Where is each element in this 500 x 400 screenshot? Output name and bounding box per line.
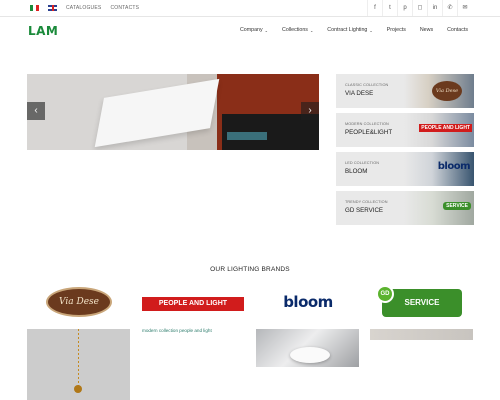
bloom-badge: bloom <box>437 161 471 172</box>
uk-flag-icon[interactable] <box>48 5 57 11</box>
menu-collections-label: Collections <box>282 27 308 33</box>
menu-contacts[interactable]: Contacts <box>447 27 468 33</box>
people-light-logo[interactable]: PEOPLE AND LIGHT <box>142 297 244 311</box>
menu-collections[interactable]: Collections ⌄ <box>282 27 313 33</box>
gd-service-logo[interactable]: GD SERVICE <box>376 285 462 317</box>
menu-contract-lighting[interactable]: Contract Lighting ⌄ <box>327 27 372 33</box>
menu-news[interactable]: News <box>420 27 433 33</box>
menu-projects[interactable]: Projects <box>387 27 406 33</box>
instagram-icon[interactable]: ◻ <box>412 0 427 16</box>
collection-type: CLASSIC COLLECTION <box>345 83 389 87</box>
collection-card-bloom[interactable]: bloom LED COLLECTION BLOOM <box>336 152 474 186</box>
pendant-ornament <box>74 385 82 393</box>
via-dese-badge: Via Dese <box>432 81 462 101</box>
menu-company[interactable]: Company ⌄ <box>240 27 268 33</box>
collection-name: BLOOM <box>345 168 368 175</box>
slide-accent <box>227 132 267 140</box>
hero-slider[interactable]: ‹ › <box>27 74 319 150</box>
bloom-product-photo[interactable] <box>256 329 359 367</box>
main-menu: Company ⌄ Collections ⌄ Contract Lighting ⌄… <box>226 27 468 33</box>
menu-company-label: Company <box>239 27 263 33</box>
via-dese-product-photo[interactable] <box>27 329 130 400</box>
mail-icon[interactable]: ✉ <box>457 0 472 16</box>
slider-next-button[interactable]: › <box>301 102 319 120</box>
chevron-down-icon: ⌄ <box>309 27 314 33</box>
gd-service-badge: SERVICE <box>443 202 471 210</box>
collection-type: TRENDY COLLECTION <box>345 200 388 204</box>
chevron-down-icon: ⌄ <box>369 27 373 33</box>
collection-name: PEOPLE&LIGHT <box>345 129 393 136</box>
menu-contract-lighting-label: Contract Lighting <box>327 27 368 33</box>
main-navbar: LAM Company ⌄ Collections ⌄ Contract Light… <box>0 17 500 45</box>
top-bar: CATALOGUES CONTACTS f t p ◻ in ✆ ✉ <box>0 0 500 17</box>
people-light-badge: PEOPLE AND LIGHT <box>419 124 472 132</box>
people-light-product-photo[interactable] <box>142 336 245 376</box>
collection-card-via-dese[interactable]: Via Dese CLASSIC COLLECTION VIA DESE <box>336 74 474 108</box>
collection-card-gd-service[interactable]: SERVICE TRENDY COLLECTION GD SERVICE <box>336 191 474 225</box>
linkedin-icon[interactable]: in <box>427 0 442 16</box>
chevron-down-icon: ⌄ <box>264 27 269 33</box>
bloom-logo[interactable]: bloom <box>268 292 348 312</box>
twitter-icon[interactable]: t <box>382 0 397 16</box>
collection-name: GD SERVICE <box>345 207 384 214</box>
lam-logo[interactable]: LAM <box>28 24 58 38</box>
collection-name: VIA DESE <box>345 90 374 97</box>
collection-type: LED COLLECTION <box>345 161 380 165</box>
people-light-description[interactable]: modern collection people and light <box>142 328 212 333</box>
gd-service-logo-text: SERVICE <box>404 298 440 307</box>
ceiling-lamp <box>290 347 330 363</box>
pinterest-icon[interactable]: p <box>397 0 412 16</box>
catalogues-link[interactable]: CATALOGUES <box>66 5 101 11</box>
collection-type: MODERN COLLECTION <box>345 122 389 126</box>
phone-icon[interactable]: ✆ <box>442 0 457 16</box>
facebook-icon[interactable]: f <box>367 0 382 16</box>
slider-prev-button[interactable]: ‹ <box>27 102 45 120</box>
collection-card-people-light[interactable]: PEOPLE AND LIGHT MODERN COLLECTION PEOPL… <box>336 113 474 147</box>
contacts-top-link[interactable]: CONTACTS <box>110 5 139 11</box>
italian-flag-icon[interactable] <box>30 5 39 11</box>
brands-heading: OUR LIGHTING BRANDS <box>210 266 290 273</box>
social-links: f t p ◻ in ✆ ✉ <box>367 0 472 16</box>
via-dese-logo[interactable]: Via Dese <box>46 287 112 317</box>
pendant-chain <box>78 329 79 387</box>
gd-circle-badge: GD <box>376 285 394 303</box>
gd-service-product-photo[interactable] <box>370 329 473 340</box>
